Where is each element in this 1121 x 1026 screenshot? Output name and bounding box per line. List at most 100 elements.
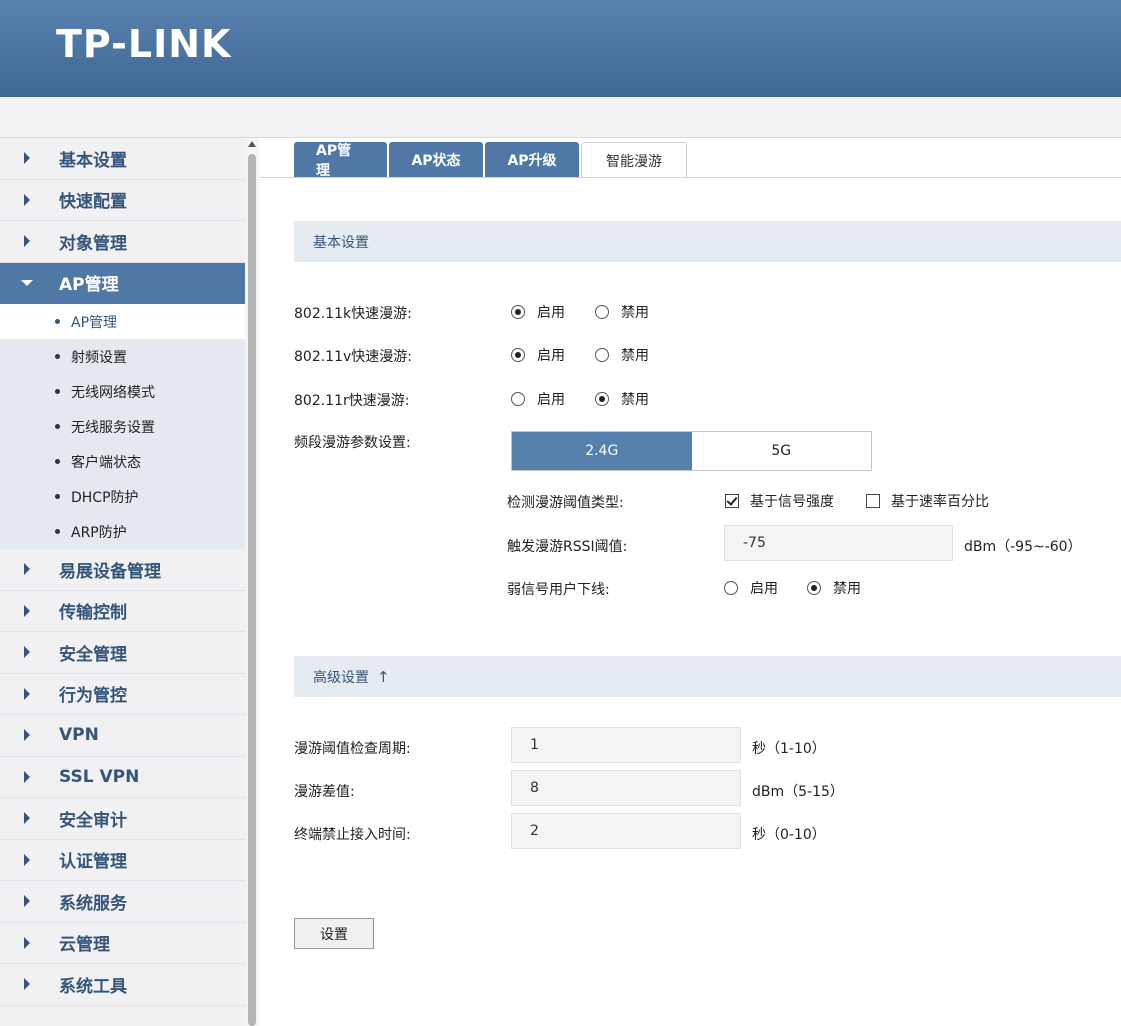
radio-label: 禁用: [833, 581, 861, 597]
radio-label: 启用: [537, 392, 565, 408]
submenu-item-label: DHCP防护: [71, 489, 139, 506]
80211v-disable-radio[interactable]: 禁用: [595, 345, 649, 365]
chevron-right-icon: [24, 729, 30, 742]
sidebar-item-label: 基本设置: [59, 150, 127, 171]
top-header: TP-LINK: [0, 0, 1121, 97]
sidebar-item-label: 系统服务: [59, 893, 127, 914]
sidebar-item-label: 传输控制: [59, 603, 127, 624]
sub-header-bar: [0, 97, 1121, 138]
ban-time-input[interactable]: 2: [511, 813, 741, 849]
rate-percent-checkbox[interactable]: 基于速率百分比: [866, 491, 989, 511]
band-roaming-label: 频段漫游参数设置:: [294, 435, 411, 451]
bullet-icon: [55, 424, 60, 429]
sidebar-item-easy-device[interactable]: 易展设备管理: [0, 549, 245, 591]
basic-settings-header: 基本设置: [294, 221, 1121, 262]
sidebar-item-label: 云管理: [59, 935, 110, 956]
scroll-up-icon[interactable]: [248, 141, 256, 147]
radio-unchecked-icon: [595, 348, 609, 362]
radio-label: 禁用: [621, 392, 649, 408]
submenu-item-label: AP管理: [71, 314, 118, 331]
band-24g-button[interactable]: 2.4G: [512, 432, 692, 470]
sidebar-submenu: AP管理 射频设置 无线网络模式 无线服务设置 客户端状态 DHCP防护 ARP…: [0, 304, 245, 549]
chevron-right-icon: [24, 895, 30, 908]
sidebar-item-label: 对象管理: [59, 233, 127, 254]
check-period-input[interactable]: 1: [511, 727, 741, 763]
chevron-right-icon: [24, 978, 30, 991]
submenu-item-client-status[interactable]: 客户端状态: [0, 444, 245, 479]
set-button[interactable]: 设置: [294, 918, 374, 949]
submenu-item-wireless-service[interactable]: 无线服务设置: [0, 409, 245, 444]
radio-label: 禁用: [621, 348, 649, 364]
sidebar-item-label: SSL VPN: [59, 766, 140, 787]
submenu-item-ap-management[interactable]: AP管理: [0, 304, 245, 339]
sidebar: 基本设置 快速配置 对象管理 AP管理 AP管理 射频设置 无线网络模式 无线服…: [0, 138, 245, 1026]
sidebar-scrollbar[interactable]: [245, 138, 259, 1026]
submenu-item-label: 客户端状态: [71, 454, 141, 471]
80211r-disable-radio[interactable]: 禁用: [595, 389, 649, 409]
sidebar-item-label: VPN: [59, 725, 99, 746]
sidebar-item-transmission-control[interactable]: 传输控制: [0, 591, 245, 632]
submenu-item-wireless-network-mode[interactable]: 无线网络模式: [0, 374, 245, 409]
submenu-item-label: ARP防护: [71, 524, 127, 541]
radio-label: 禁用: [621, 305, 649, 321]
tab-bar: AP管理 AP状态 AP升级 智能漫游: [294, 142, 689, 179]
sidebar-item-security-audit[interactable]: 安全审计: [0, 798, 245, 840]
sidebar-item-cloud-management[interactable]: 云管理: [0, 923, 245, 964]
sidebar-item-object-management[interactable]: 对象管理: [0, 221, 245, 263]
ban-time-unit: 秒（0-10）: [752, 827, 826, 843]
sidebar-item-security-management[interactable]: 安全管理: [0, 632, 245, 674]
chevron-right-icon: [24, 646, 30, 659]
sidebar-item-system-service[interactable]: 系统服务: [0, 881, 245, 923]
band-selector: 2.4G 5G: [511, 431, 872, 471]
submenu-item-dhcp-protection[interactable]: DHCP防护: [0, 479, 245, 514]
tab-ap-upgrade[interactable]: AP升级: [485, 142, 579, 178]
submenu-item-label: 射频设置: [71, 349, 127, 366]
submenu-item-label: 无线服务设置: [71, 419, 155, 436]
checkbox-checked-icon: [725, 494, 739, 508]
bullet-icon: [55, 459, 60, 464]
sidebar-item-auth-management[interactable]: 认证管理: [0, 840, 245, 881]
signal-strength-checkbox[interactable]: 基于信号强度: [725, 491, 834, 511]
main-content: AP管理 AP状态 AP升级 智能漫游 基本设置 802.11k快速漫游: 启用…: [260, 138, 1121, 1026]
bullet-icon: [55, 389, 60, 394]
80211k-disable-radio[interactable]: 禁用: [595, 302, 649, 322]
radio-checked-icon: [807, 581, 821, 595]
sidebar-item-ssl-vpn[interactable]: SSL VPN: [0, 757, 245, 798]
chevron-right-icon: [24, 687, 30, 700]
tab-smart-roaming[interactable]: 智能漫游: [581, 142, 687, 178]
tab-ap-status[interactable]: AP状态: [389, 142, 483, 178]
check-period-unit: 秒（1-10）: [752, 741, 826, 757]
sidebar-item-quick-config[interactable]: 快速配置: [0, 180, 245, 221]
scrollbar-thumb[interactable]: [248, 154, 256, 1026]
submenu-item-radio-settings[interactable]: 射频设置: [0, 339, 245, 374]
bullet-icon: [55, 529, 60, 534]
checkbox-unchecked-icon: [866, 494, 880, 508]
advanced-settings-header[interactable]: 高级设置 ↑: [294, 656, 1121, 697]
radio-checked-icon: [511, 305, 525, 319]
sidebar-item-basic-settings[interactable]: 基本设置: [0, 138, 245, 180]
collapse-up-icon[interactable]: ↑: [377, 668, 390, 686]
section-title: 基本设置: [313, 234, 369, 251]
sidebar-item-ap-management[interactable]: AP管理: [0, 262, 245, 304]
80211r-enable-radio[interactable]: 启用: [511, 389, 565, 409]
sidebar-item-label: 认证管理: [59, 852, 127, 873]
chevron-right-icon: [24, 235, 30, 248]
weak-signal-disable-radio[interactable]: 禁用: [807, 578, 861, 598]
sidebar-item-behavior-control[interactable]: 行为管控: [0, 674, 245, 715]
80211k-enable-radio[interactable]: 启用: [511, 302, 565, 322]
roaming-diff-label: 漫游差值:: [294, 784, 355, 800]
rssi-threshold-input[interactable]: -75: [724, 525, 953, 561]
sidebar-item-system-tools[interactable]: 系统工具: [0, 964, 245, 1006]
chevron-down-icon: [21, 279, 33, 286]
80211v-enable-radio[interactable]: 启用: [511, 345, 565, 365]
radio-unchecked-icon: [595, 305, 609, 319]
sidebar-item-label: 易展设备管理: [59, 561, 161, 582]
tab-ap-management[interactable]: AP管理: [294, 142, 387, 179]
weak-signal-enable-radio[interactable]: 启用: [724, 578, 778, 598]
ban-time-label: 终端禁止接入时间:: [294, 827, 411, 843]
submenu-item-arp-protection[interactable]: ARP防护: [0, 514, 245, 549]
radio-label: 启用: [537, 305, 565, 321]
roaming-diff-input[interactable]: 8: [511, 770, 741, 806]
sidebar-item-vpn[interactable]: VPN: [0, 715, 245, 757]
band-5g-button[interactable]: 5G: [692, 432, 872, 470]
